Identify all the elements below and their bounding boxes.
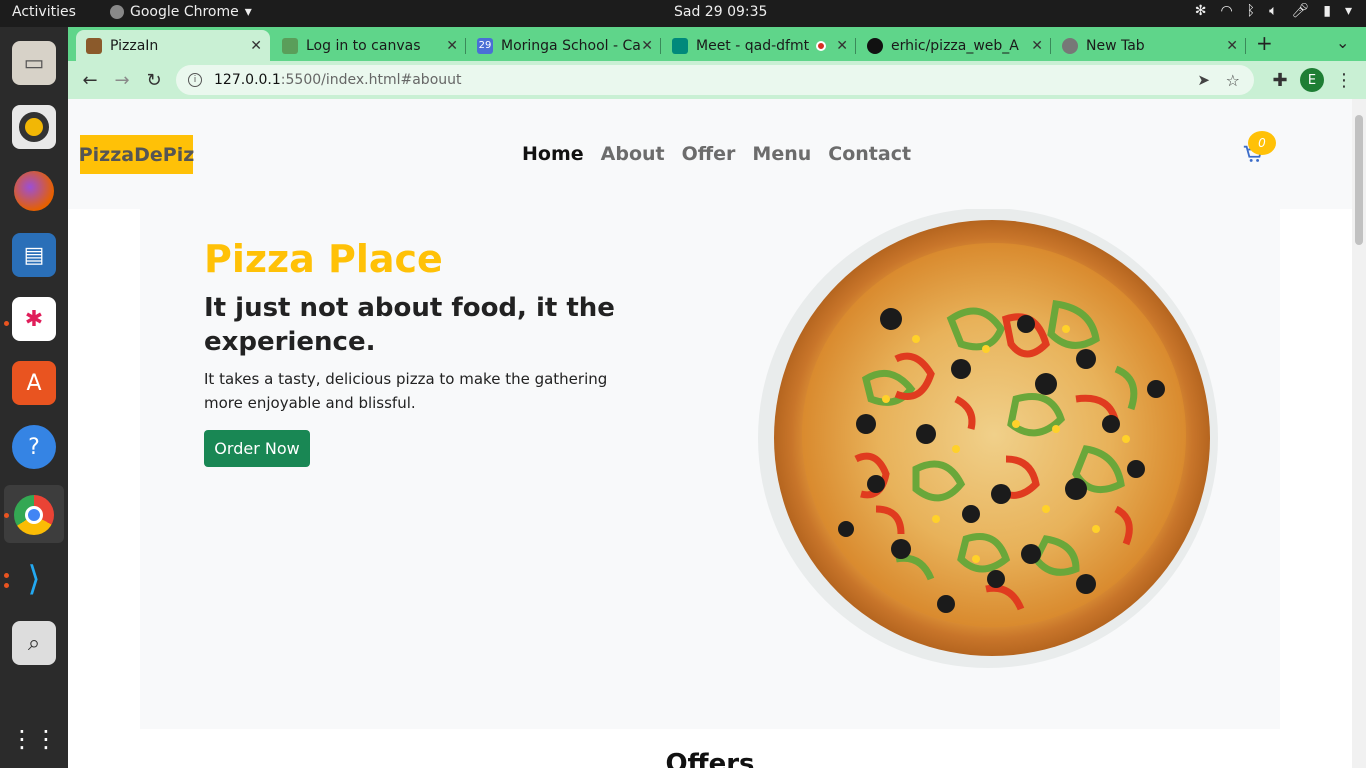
nav-links: Home About Offer Menu Contact bbox=[522, 143, 911, 165]
canvas-favicon-icon bbox=[282, 37, 298, 54]
tab-separator bbox=[660, 38, 661, 54]
tab-title: Moringa School - Ca bbox=[501, 37, 641, 54]
tab-title: PizzaIn bbox=[110, 37, 159, 54]
running-indicator bbox=[4, 321, 9, 326]
tab-separator bbox=[1050, 38, 1051, 54]
close-icon[interactable]: ✕ bbox=[250, 38, 262, 54]
url-path: :5500/index.html#abouut bbox=[280, 72, 462, 88]
tab-moringa[interactable]: 29 Moringa School - Ca ✕ bbox=[467, 30, 661, 61]
nav-menu[interactable]: Menu bbox=[752, 143, 811, 165]
tab-separator bbox=[1245, 38, 1246, 54]
tab-title: erhic/pizza_web_A bbox=[891, 37, 1019, 54]
chrome-favicon-icon bbox=[1062, 37, 1078, 54]
tab-github[interactable]: erhic/pizza_web_A ✕ bbox=[857, 30, 1051, 61]
tab-new-tab[interactable]: New Tab ✕ bbox=[1052, 30, 1246, 61]
hero-gutter-right bbox=[1280, 209, 1352, 729]
tab-canvas[interactable]: Log in to canvas ✕ bbox=[272, 30, 466, 61]
recording-icon bbox=[816, 40, 826, 51]
files-icon[interactable]: ▭ bbox=[12, 41, 56, 85]
system-top-bar: Activities Google Chrome ▾ Sad 29 09:35 … bbox=[0, 0, 1366, 27]
writer-icon[interactable]: ▤ bbox=[12, 233, 56, 277]
offers-section: Offers bbox=[68, 729, 1352, 768]
meet-favicon-icon bbox=[672, 37, 688, 54]
url-host: 127.0.0.1 bbox=[214, 72, 281, 88]
slack-icon[interactable]: ✱ bbox=[12, 297, 56, 341]
clock[interactable]: Sad 29 09:35 bbox=[674, 4, 767, 20]
forward-arrow-icon[interactable]: → bbox=[110, 68, 134, 92]
dock: ▭ ▤ ✱ A ? ⟩ ⌕ ⋮⋮ bbox=[0, 27, 68, 768]
hero-title: Pizza Place bbox=[204, 237, 443, 281]
offers-title: Offers bbox=[665, 749, 755, 768]
chrome-icon[interactable] bbox=[12, 493, 56, 537]
volume-icon[interactable]: 🔈︎ bbox=[1269, 3, 1277, 19]
hero-description: It takes a tasty, delicious pizza to mak… bbox=[204, 370, 608, 412]
new-tab-plus-icon[interactable]: + bbox=[1256, 31, 1273, 55]
hero-gutter-left bbox=[68, 209, 140, 729]
send-tab-icon[interactable]: ➤ bbox=[1197, 71, 1210, 89]
system-tray[interactable]: ✻ ◠ ᛒ 🔈︎ 🎤︎ ▮ ▾ bbox=[1195, 3, 1352, 19]
power-menu-icon[interactable]: ▾ bbox=[1345, 3, 1352, 19]
bluetooth-icon[interactable]: ᛒ bbox=[1247, 3, 1255, 19]
tab-separator bbox=[465, 38, 466, 54]
chrome-menu-icon[interactable]: ⋮ bbox=[1332, 68, 1356, 92]
chrome-small-icon bbox=[110, 5, 124, 19]
close-icon[interactable]: ✕ bbox=[836, 38, 848, 54]
app-menu-label: Google Chrome bbox=[130, 4, 239, 20]
activities-button[interactable]: Activities bbox=[12, 4, 76, 20]
bookmark-star-icon[interactable]: ☆ bbox=[1226, 71, 1240, 90]
running-indicator bbox=[4, 573, 9, 578]
address-bar[interactable]: i 127.0.0.1:5500/index.html#abouut ➤ ☆ bbox=[176, 65, 1254, 95]
scrollbar-thumb[interactable] bbox=[1355, 115, 1363, 245]
back-arrow-icon[interactable]: ← bbox=[78, 68, 102, 92]
close-icon[interactable]: ✕ bbox=[1226, 38, 1238, 54]
running-indicator bbox=[4, 583, 9, 588]
hero-subtitle: It just not about food, it the experienc… bbox=[204, 293, 615, 357]
battery-icon[interactable]: ▮ bbox=[1323, 3, 1331, 19]
tab-strip: PizzaIn ✕ Log in to canvas ✕ 29 Moringa … bbox=[68, 27, 1366, 61]
hero-section: Pizza Place It just not about food, it t… bbox=[140, 209, 1280, 729]
tab-pizzain[interactable]: PizzaIn ✕ bbox=[76, 30, 270, 61]
tab-search-chevron-icon[interactable]: ⌄ bbox=[1336, 33, 1349, 52]
vscode-icon[interactable]: ⟩ bbox=[12, 557, 56, 601]
calendar-favicon-icon: 29 bbox=[477, 37, 493, 54]
tab-separator bbox=[855, 38, 856, 54]
page-viewport: PizzaDePiz Home About Offer Menu Contact… bbox=[68, 99, 1366, 768]
reload-icon[interactable]: ↻ bbox=[142, 68, 166, 92]
profile-avatar[interactable]: E bbox=[1300, 68, 1324, 92]
software-center-icon[interactable]: A bbox=[12, 361, 56, 405]
search-icon[interactable]: ⌕ bbox=[12, 621, 56, 665]
tab-title: New Tab bbox=[1086, 37, 1145, 54]
close-icon[interactable]: ✕ bbox=[446, 38, 458, 54]
rhythmbox-icon[interactable] bbox=[12, 105, 56, 149]
microphone-icon[interactable]: 🎤︎ bbox=[1291, 3, 1309, 19]
nav-contact[interactable]: Contact bbox=[828, 143, 911, 165]
app-menu[interactable]: Google Chrome ▾ bbox=[110, 4, 252, 20]
site-navbar: PizzaDePiz Home About Offer Menu Contact… bbox=[68, 99, 1352, 209]
nav-offer[interactable]: Offer bbox=[682, 143, 736, 165]
help-icon[interactable]: ? bbox=[12, 425, 56, 469]
slack-tray-icon[interactable]: ✻ bbox=[1195, 3, 1207, 19]
pizza-favicon-icon bbox=[86, 37, 102, 54]
tab-meet[interactable]: Meet - qad-dfmt ✕ bbox=[662, 30, 856, 61]
order-now-button[interactable]: Order Now bbox=[204, 430, 310, 467]
close-icon[interactable]: ✕ bbox=[641, 38, 653, 54]
github-favicon-icon bbox=[867, 37, 883, 54]
nav-home[interactable]: Home bbox=[522, 143, 584, 165]
firefox-icon[interactable] bbox=[12, 169, 56, 213]
pizza-image bbox=[758, 209, 1218, 668]
running-indicator bbox=[4, 513, 9, 518]
site-brand[interactable]: PizzaDePiz bbox=[79, 135, 194, 174]
tab-title: Log in to canvas bbox=[306, 37, 421, 54]
wifi-icon[interactable]: ◠ bbox=[1220, 3, 1232, 19]
page-scrollbar[interactable] bbox=[1352, 99, 1366, 768]
nav-about[interactable]: About bbox=[601, 143, 665, 165]
extensions-puzzle-icon[interactable]: ✚ bbox=[1268, 68, 1292, 92]
show-apps-icon[interactable]: ⋮⋮ bbox=[10, 717, 58, 761]
close-icon[interactable]: ✕ bbox=[1031, 38, 1043, 54]
browser-toolbar: ← → ↻ i 127.0.0.1:5500/index.html#abouut… bbox=[68, 61, 1366, 99]
site-info-icon[interactable]: i bbox=[188, 73, 202, 87]
cart-count-badge: 0 bbox=[1248, 131, 1276, 155]
caret-down-icon: ▾ bbox=[244, 4, 252, 20]
browser-window: PizzaIn ✕ Log in to canvas ✕ 29 Moringa … bbox=[68, 27, 1366, 768]
